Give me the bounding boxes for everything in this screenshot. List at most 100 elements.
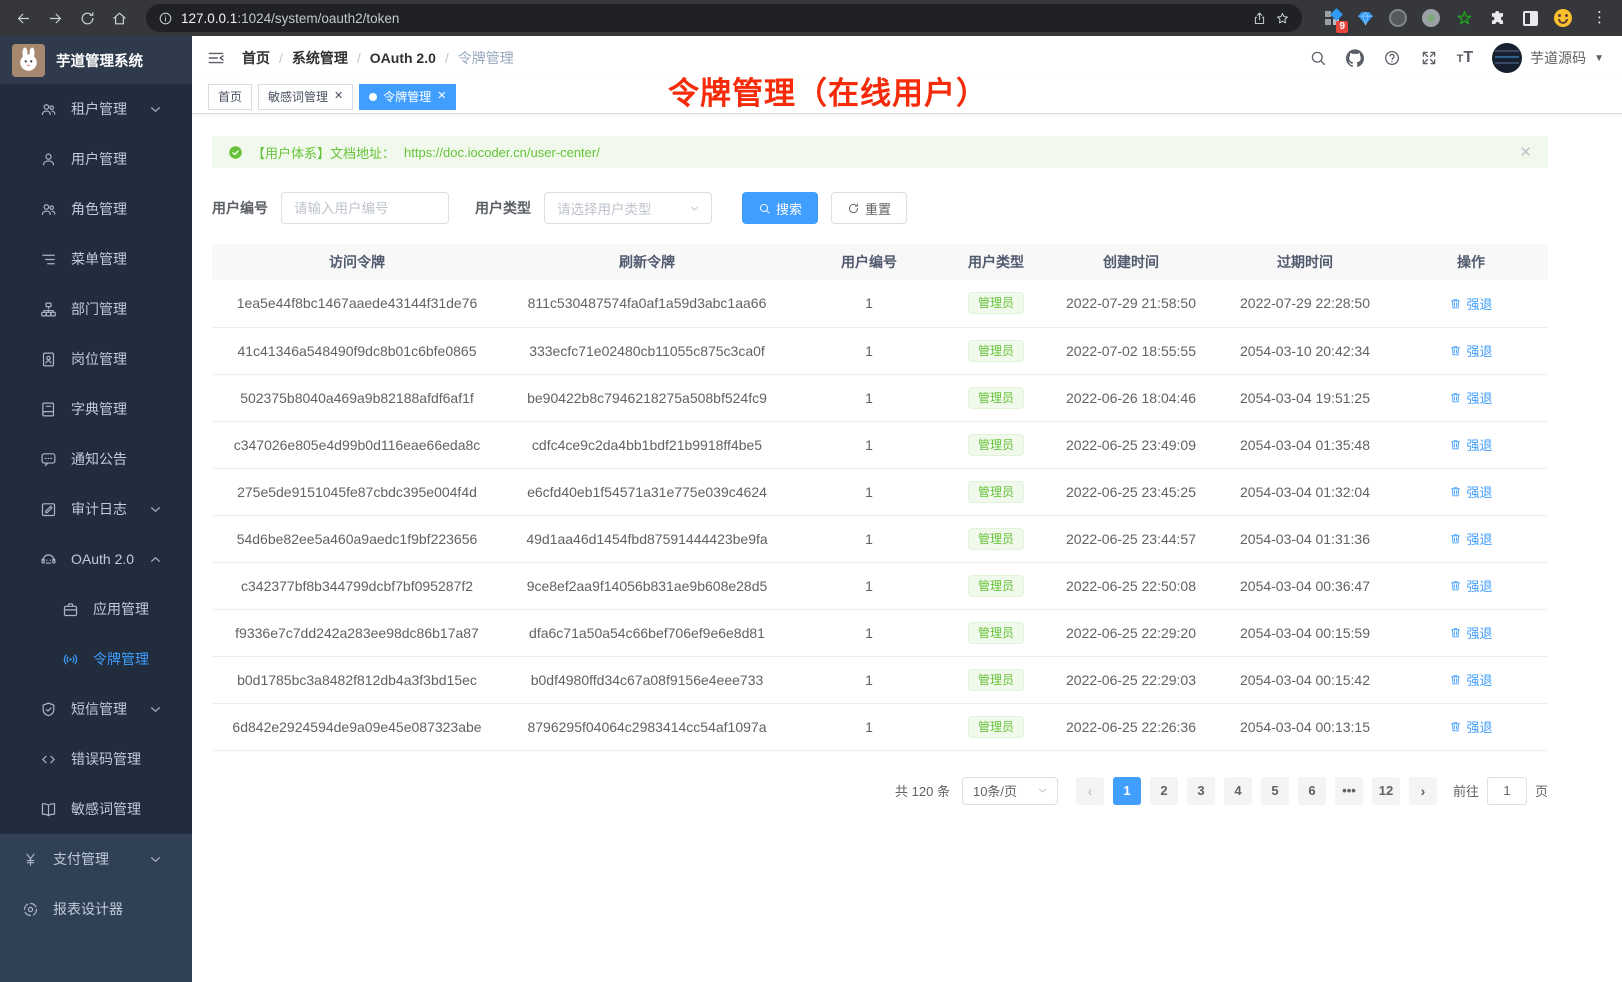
force-logout-button[interactable]: 强退	[1449, 388, 1492, 407]
search-icon[interactable]	[1309, 49, 1327, 67]
user-type-badge: 管理员	[968, 340, 1024, 362]
cell-expires-at: 2054-03-04 01:35:48	[1216, 421, 1394, 468]
page-button-4[interactable]: 4	[1224, 777, 1252, 805]
force-logout-button[interactable]: 强退	[1449, 529, 1492, 548]
user-menu[interactable]: 芋道源码 ▼	[1492, 43, 1604, 73]
browser-forward-button[interactable]	[42, 5, 68, 31]
code-icon	[40, 751, 57, 768]
sidebar-item-errcode[interactable]: 错误码管理	[0, 734, 192, 784]
page-button-12[interactable]: 12	[1372, 777, 1400, 805]
sidebar-item-user[interactable]: 用户管理	[0, 134, 192, 184]
sidebar-item-sms[interactable]: 短信管理	[0, 684, 192, 734]
sidebar-item-sensitive[interactable]: 敏感词管理	[0, 784, 192, 834]
breadcrumb-item[interactable]: 首页	[242, 48, 270, 68]
more-pages-button[interactable]: •••	[1335, 777, 1363, 805]
sidebar-item-oauth-app[interactable]: 应用管理	[0, 584, 192, 634]
browser-home-button[interactable]	[106, 5, 132, 31]
emoji-extension-icon[interactable]	[1553, 8, 1573, 28]
cell-user-id: 1	[792, 656, 946, 703]
tab-令牌管理[interactable]: 令牌管理✕	[359, 84, 456, 110]
page-size-select[interactable]: 10条/页	[962, 777, 1058, 805]
app-logo[interactable]: 芋道管理系统	[0, 36, 192, 84]
sidebar-item-token[interactable]: 令牌管理	[0, 634, 192, 684]
sidebar-item-notice[interactable]: 通知公告	[0, 434, 192, 484]
tab-close-icon[interactable]: ✕	[334, 91, 343, 102]
sidebar-collapse-icon[interactable]	[206, 48, 226, 68]
font-size-icon[interactable]: TT	[1457, 49, 1474, 67]
address-bar[interactable]: 127.0.0.1:1024/system/oauth2/token	[146, 4, 1302, 32]
tab-close-icon[interactable]: ✕	[437, 91, 446, 102]
caret-down-icon: ▼	[1594, 53, 1604, 64]
search-button[interactable]: 搜索	[742, 192, 818, 224]
search-icon	[758, 202, 771, 215]
browser-reload-button[interactable]	[74, 5, 100, 31]
sidebar-item-report[interactable]: 报表设计器	[0, 884, 192, 934]
page-button-6[interactable]: 6	[1298, 777, 1326, 805]
force-logout-button[interactable]: 强退	[1449, 482, 1492, 501]
split-window-icon[interactable]	[1520, 8, 1540, 28]
tab-敏感词管理[interactable]: 敏感词管理✕	[258, 84, 353, 110]
cell-actions: 强退	[1394, 374, 1548, 421]
extension-grid-icon[interactable]: 9	[1322, 8, 1342, 28]
fullscreen-icon[interactable]	[1420, 49, 1438, 67]
page-unit-label: 页	[1535, 781, 1548, 800]
tab-首页[interactable]: 首页	[208, 84, 252, 110]
force-logout-label: 强退	[1466, 670, 1492, 689]
share-icon[interactable]	[1252, 11, 1267, 26]
breadcrumb-item[interactable]: 系统管理	[292, 48, 348, 68]
sidebar-item-oauth2[interactable]: OAuth 2.0	[0, 534, 192, 584]
page-button-1[interactable]: 1	[1113, 777, 1141, 805]
pagination: 共 120 条 10条/页 ‹123456•••12› 前往 页	[212, 777, 1548, 805]
sidebar-item-post[interactable]: 岗位管理	[0, 334, 192, 384]
sidebar-item-dict[interactable]: 字典管理	[0, 384, 192, 434]
sidebar-item-pay[interactable]: 支付管理	[0, 834, 192, 884]
browser-back-button[interactable]	[10, 5, 36, 31]
extension-gem-icon[interactable]	[1355, 8, 1375, 28]
page-button-5[interactable]: 5	[1261, 777, 1289, 805]
page-button-3[interactable]: 3	[1187, 777, 1215, 805]
user-type-badge: 管理员	[968, 387, 1024, 409]
force-logout-button[interactable]: 强退	[1449, 576, 1492, 595]
next-page-button[interactable]: ›	[1409, 777, 1437, 805]
user-type-select[interactable]: 请选择用户类型	[544, 192, 712, 224]
trash-icon	[1449, 720, 1462, 733]
cell-user-id: 1	[792, 468, 946, 515]
goto-page-input[interactable]	[1487, 777, 1527, 805]
trash-icon	[1449, 391, 1462, 404]
help-icon[interactable]	[1383, 49, 1401, 67]
alert-close-icon[interactable]: ✕	[1519, 143, 1532, 161]
sidebar-item-tenant[interactable]: 租户管理	[0, 84, 192, 134]
force-logout-button[interactable]: 强退	[1449, 435, 1492, 454]
cell-expires-at: 2054-03-04 00:36:47	[1216, 562, 1394, 609]
user-type-badge: 管理员	[968, 622, 1024, 644]
extension-gray-circle-icon[interactable]	[1421, 8, 1441, 28]
sidebar-item-audit[interactable]: 审计日志	[0, 484, 192, 534]
sidebar-item-menu[interactable]: 菜单管理	[0, 234, 192, 284]
extension-green-star-icon[interactable]	[1454, 8, 1474, 28]
sidebar-item-dept[interactable]: 部门管理	[0, 284, 192, 334]
sidebar-item-label: 错误码管理	[71, 749, 141, 769]
force-logout-button[interactable]: 强退	[1449, 717, 1492, 736]
extensions-puzzle-icon[interactable]	[1487, 8, 1507, 28]
breadcrumb-item[interactable]: OAuth 2.0	[370, 50, 436, 66]
force-logout-button[interactable]: 强退	[1449, 623, 1492, 642]
extension-dark-circle-icon[interactable]	[1388, 8, 1408, 28]
user-id-input[interactable]	[281, 192, 449, 224]
sidebar-item-role[interactable]: 角色管理	[0, 184, 192, 234]
prev-page-button[interactable]: ‹	[1076, 777, 1104, 805]
force-logout-label: 强退	[1466, 435, 1492, 454]
cell-expires-at: 2022-07-29 22:28:50	[1216, 280, 1394, 327]
cell-refresh-token: dfa6c71a50a54c66bef706ef9e6e8d81	[502, 609, 792, 656]
bookmark-star-icon[interactable]	[1275, 11, 1290, 26]
arrow-right-icon	[47, 10, 64, 27]
site-info-icon[interactable]	[158, 11, 173, 26]
doc-link[interactable]: https://doc.iocoder.cn/user-center/	[404, 145, 600, 160]
reset-button[interactable]: 重置	[831, 192, 907, 224]
column-header: 访问令牌	[212, 244, 502, 280]
force-logout-button[interactable]: 强退	[1449, 341, 1492, 360]
github-icon[interactable]	[1346, 49, 1364, 67]
force-logout-button[interactable]: 强退	[1449, 294, 1492, 313]
page-button-2[interactable]: 2	[1150, 777, 1178, 805]
force-logout-button[interactable]: 强退	[1449, 670, 1492, 689]
browser-menu-icon[interactable]: ⋮	[1586, 8, 1606, 28]
